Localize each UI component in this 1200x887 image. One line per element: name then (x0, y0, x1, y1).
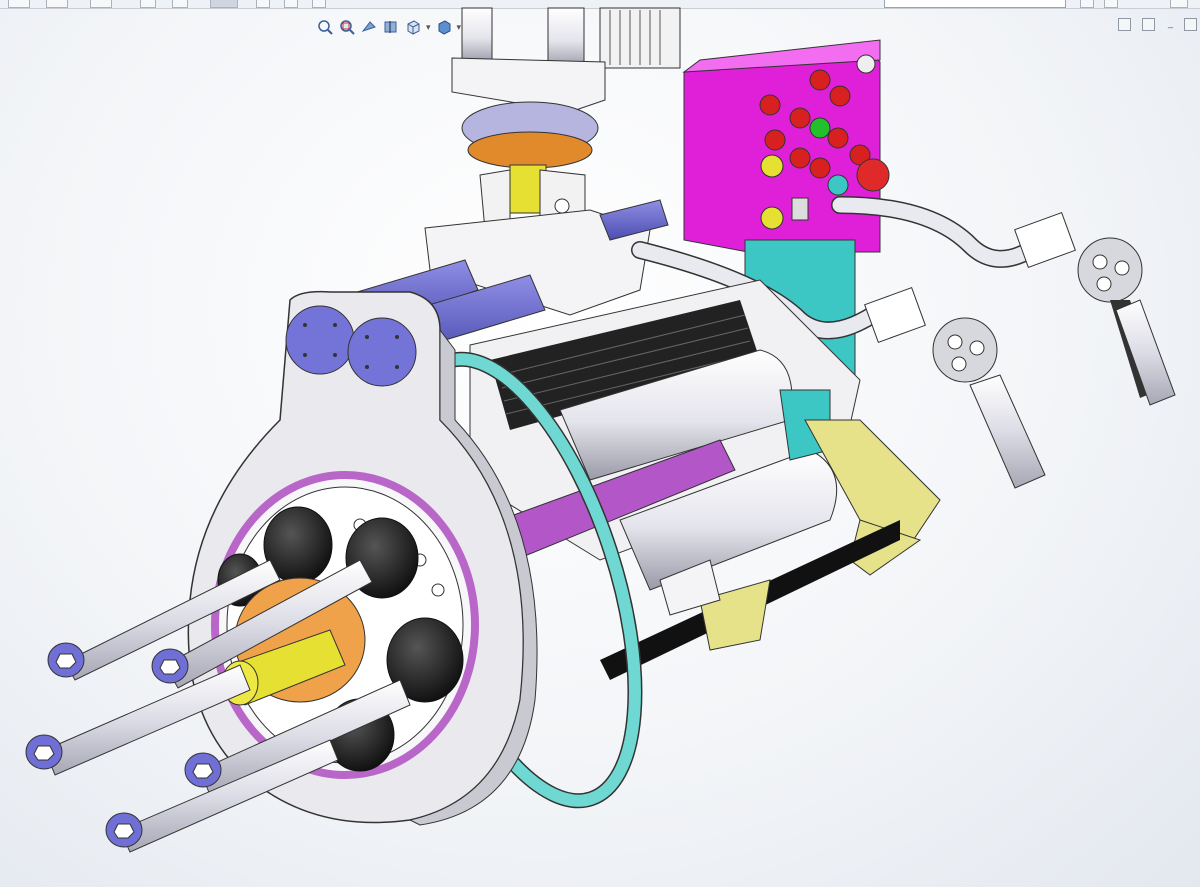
graphics-area[interactable] (0, 0, 1200, 887)
central-housing (469, 279, 941, 680)
